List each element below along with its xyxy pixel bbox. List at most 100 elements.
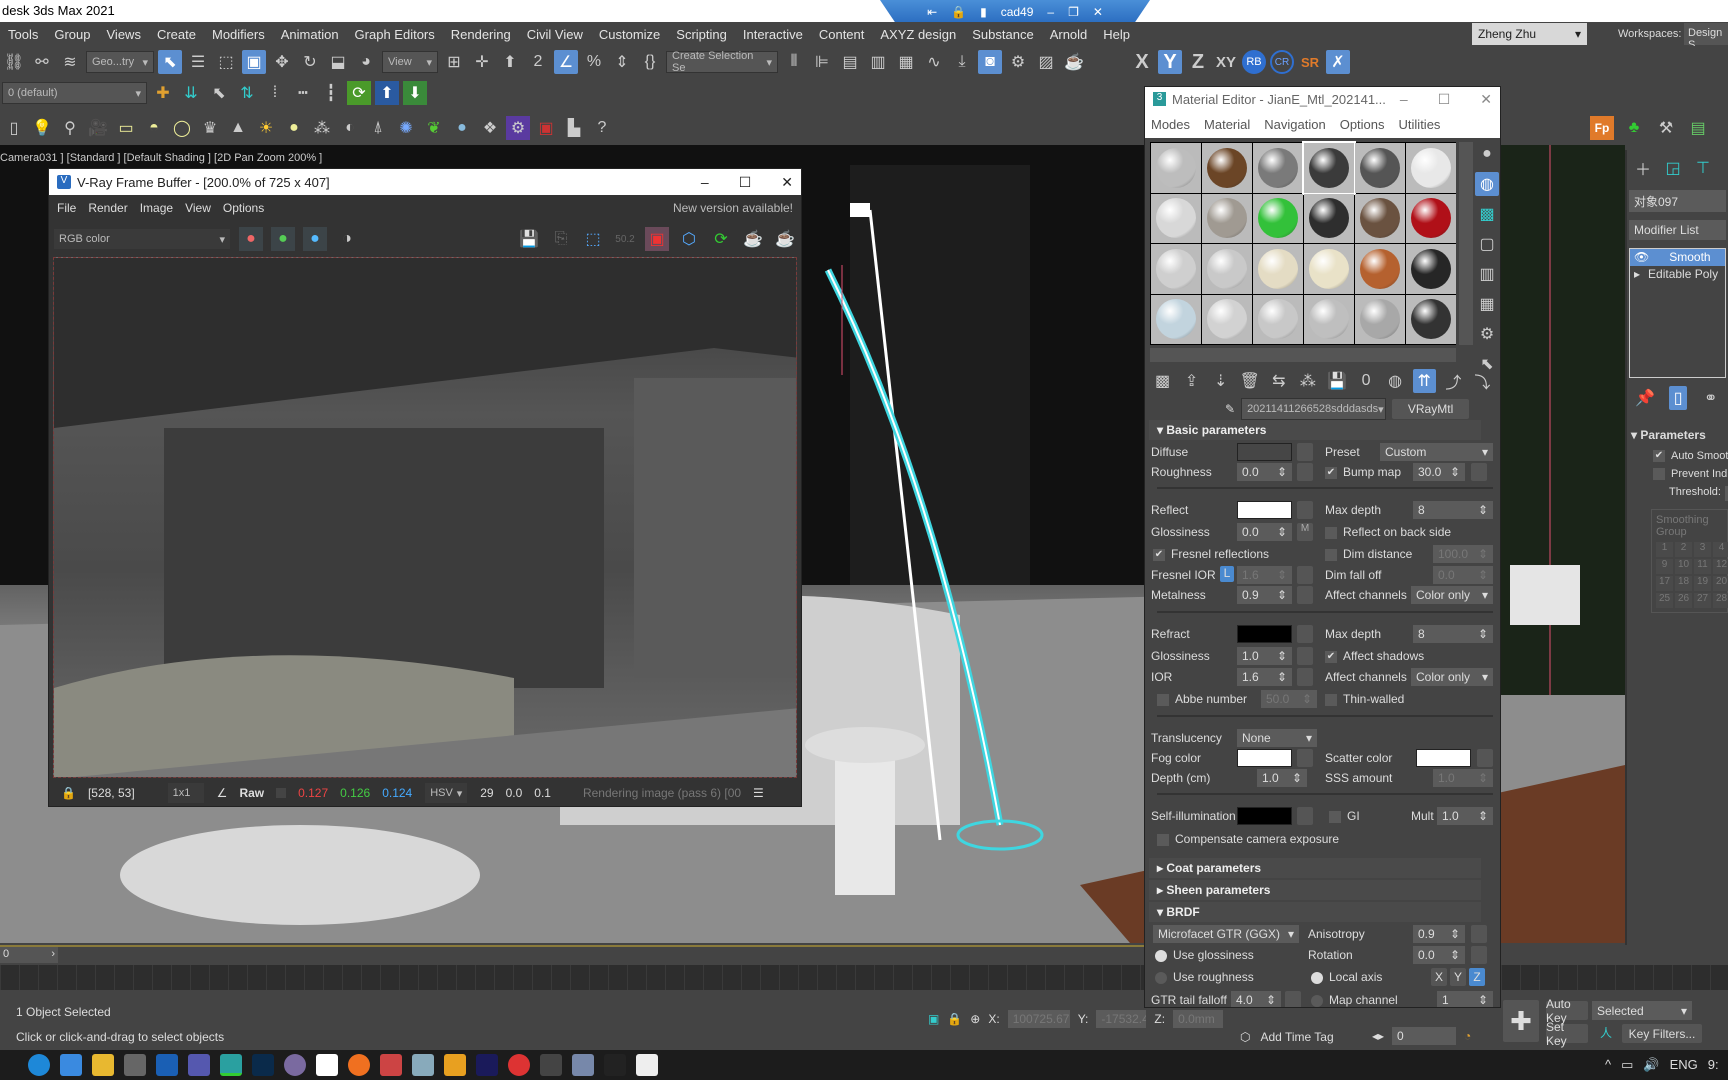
show-end-result-icon[interactable]: ▯ bbox=[1668, 386, 1688, 410]
fresnel-ior-lock-button[interactable]: L bbox=[1220, 566, 1234, 582]
vray-export-icon[interactable]: ⬇ bbox=[403, 81, 427, 105]
fresnel-ior-spinner[interactable]: 1.6 ⇕ bbox=[1237, 566, 1292, 584]
stack-item-smooth[interactable]: 👁 Smooth bbox=[1630, 249, 1725, 266]
rendered-frame-icon[interactable]: ▨ bbox=[1034, 50, 1058, 74]
list-icon[interactable]: ▤ bbox=[1686, 116, 1710, 140]
reflect-back-side-checkbox[interactable]: Reflect on back side bbox=[1325, 525, 1451, 539]
current-frame-spinner[interactable]: 0 bbox=[1392, 1027, 1457, 1045]
blue-channel-icon[interactable]: ● bbox=[303, 227, 327, 251]
anisotropy-spinner[interactable]: 0.9 ⇕ bbox=[1413, 925, 1465, 943]
metalness-spinner[interactable]: 0.9 ⇕ bbox=[1237, 586, 1292, 604]
minimize-icon[interactable]: – bbox=[1047, 5, 1054, 19]
basic-parameters-header[interactable]: ▾ Basic parameters bbox=[1149, 420, 1481, 440]
smoothing-group-button[interactable]: 25 bbox=[1656, 593, 1673, 609]
translucency-dropdown[interactable]: None ▾ bbox=[1237, 729, 1317, 747]
set-key-button[interactable]: Set Key bbox=[1546, 1020, 1588, 1048]
render-image[interactable] bbox=[53, 257, 797, 778]
colorspace-dropdown[interactable]: HSV ▾ bbox=[424, 782, 469, 804]
vray-icon[interactable]: ⟳ bbox=[347, 81, 371, 105]
close-icon[interactable]: ✕ bbox=[1093, 5, 1103, 19]
slots-vertical-scrollbar[interactable] bbox=[1459, 142, 1473, 345]
menu-item-substance[interactable]: Substance bbox=[964, 27, 1041, 42]
roughness-map-button[interactable] bbox=[1297, 463, 1313, 481]
menu-item-interactive[interactable]: Interactive bbox=[735, 27, 811, 42]
angle-snap-icon[interactable]: ∠ bbox=[554, 50, 578, 74]
refract-color-swatch[interactable] bbox=[1237, 625, 1292, 643]
material-slot[interactable] bbox=[1406, 294, 1456, 344]
add-time-tag-button[interactable]: ⬡ Add Time Tag bbox=[1240, 1030, 1334, 1044]
material-slot[interactable] bbox=[1406, 143, 1456, 193]
self-illumination-map-button[interactable] bbox=[1297, 807, 1313, 825]
smoothing-group-button[interactable]: 1 bbox=[1656, 542, 1673, 558]
time-configuration-icon[interactable]: ◔ bbox=[1464, 1029, 1471, 1043]
material-slot[interactable] bbox=[1151, 294, 1201, 344]
material-slot[interactable] bbox=[1253, 244, 1303, 294]
ribbon-icon[interactable]: ▦ bbox=[894, 50, 918, 74]
material-slot[interactable] bbox=[1355, 143, 1405, 193]
menu-item-customize[interactable]: Customize bbox=[591, 27, 668, 42]
backlight-icon[interactable]: ◍ bbox=[1475, 172, 1499, 196]
bridge-icon[interactable] bbox=[604, 1054, 626, 1076]
fog-map-button[interactable] bbox=[1297, 749, 1313, 767]
rb-button[interactable]: RB bbox=[1242, 50, 1266, 74]
metalness-map-button[interactable] bbox=[1297, 586, 1313, 604]
material-id-icon[interactable]: 💾 bbox=[1325, 369, 1348, 393]
material-menu-modes[interactable]: Modes bbox=[1151, 117, 1190, 132]
fresnel-checkbox[interactable]: ✔ Fresnel reflections bbox=[1153, 547, 1269, 561]
use-glossiness-radio[interactable]: Use glossiness bbox=[1155, 948, 1254, 962]
material-slot[interactable] bbox=[1202, 193, 1252, 243]
key-mode-dropdown[interactable]: Selected ▾ bbox=[1592, 1001, 1692, 1020]
file-explorer-icon[interactable] bbox=[92, 1054, 114, 1076]
axis-xy-button[interactable]: XY bbox=[1214, 50, 1238, 74]
set-key-big-button[interactable]: ✚ bbox=[1503, 1000, 1539, 1042]
vray-sphere-light-icon[interactable]: ◯ bbox=[170, 116, 194, 140]
y-coordinate-field[interactable]: -17532.41 bbox=[1096, 1010, 1147, 1028]
abbe-spinner[interactable]: 50.0 ⇕ bbox=[1261, 690, 1317, 708]
keyboard-shortcut-icon[interactable]: ⬆ bbox=[498, 50, 522, 74]
eyedropper-icon[interactable]: ✎ bbox=[1225, 402, 1235, 416]
add-to-layer-icon[interactable]: ⇊ bbox=[179, 81, 203, 105]
vray-fur-icon[interactable]: ⁂ bbox=[310, 116, 334, 140]
close-icon[interactable]: ✕ bbox=[1480, 91, 1492, 108]
edge-icon[interactable] bbox=[28, 1054, 50, 1076]
axis-x-button[interactable]: X bbox=[1431, 968, 1447, 986]
app-icon[interactable] bbox=[572, 1054, 594, 1076]
material-slot[interactable] bbox=[1202, 294, 1252, 344]
make-unique-icon[interactable]: ⇆ bbox=[1267, 369, 1290, 393]
menu-item-help[interactable]: Help bbox=[1095, 27, 1138, 42]
light-lister-icon[interactable]: ▯ bbox=[2, 116, 26, 140]
cr-button[interactable]: CR bbox=[1270, 50, 1294, 74]
reflect-color-swatch[interactable] bbox=[1237, 501, 1292, 519]
material-slot[interactable] bbox=[1355, 193, 1405, 243]
reflect-max-depth-spinner[interactable]: 8 ⇕ bbox=[1413, 501, 1493, 519]
link-icon[interactable]: ⛓ bbox=[2, 50, 26, 74]
vray-settings-icon[interactable]: ⚙ bbox=[506, 115, 530, 140]
local-axis-radio[interactable]: Local axis bbox=[1311, 970, 1382, 984]
green-channel-icon[interactable]: ● bbox=[271, 227, 295, 251]
absolute-mode-icon[interactable]: ⊕ bbox=[970, 1012, 980, 1026]
material-menu-options[interactable]: Options bbox=[1340, 117, 1385, 132]
align-icon[interactable]: ⊫ bbox=[810, 50, 834, 74]
vray-scatter-icon[interactable]: ✺ bbox=[394, 116, 418, 140]
material-slot[interactable] bbox=[1355, 294, 1405, 344]
material-slot[interactable] bbox=[1253, 294, 1303, 344]
modifier-list-dropdown[interactable]: Modifier List bbox=[1629, 220, 1726, 240]
menu-item-arnold[interactable]: Arnold bbox=[1042, 27, 1096, 42]
material-slot[interactable] bbox=[1151, 193, 1201, 243]
scale-icon[interactable]: ⬓ bbox=[326, 50, 350, 74]
rotation-spinner[interactable]: 0.0 ⇕ bbox=[1413, 946, 1465, 964]
render-setup-icon[interactable]: ⚙ bbox=[1006, 50, 1030, 74]
smoothing-group-button[interactable]: 9 bbox=[1656, 559, 1673, 575]
close-icon[interactable]: ✕ bbox=[781, 174, 793, 191]
vfb-menu-image[interactable]: Image bbox=[140, 201, 173, 215]
vray-plane-light-icon[interactable]: ▭ bbox=[114, 116, 138, 140]
smoothing-group-button[interactable]: 18 bbox=[1675, 576, 1692, 592]
axis-y-button[interactable]: Y bbox=[1450, 968, 1466, 986]
slots-horizontal-scrollbar[interactable] bbox=[1150, 348, 1456, 362]
material-slot[interactable] bbox=[1253, 193, 1303, 243]
abbe-checkbox[interactable]: Abbe number bbox=[1157, 692, 1247, 706]
3dsmax-taskbar-icon[interactable] bbox=[220, 1054, 242, 1076]
vray-camera-icon[interactable]: 🎥 bbox=[86, 116, 110, 140]
smoothing-group-button[interactable]: 3 bbox=[1694, 542, 1711, 558]
scene-explorer-icon[interactable]: ▥ bbox=[866, 50, 890, 74]
